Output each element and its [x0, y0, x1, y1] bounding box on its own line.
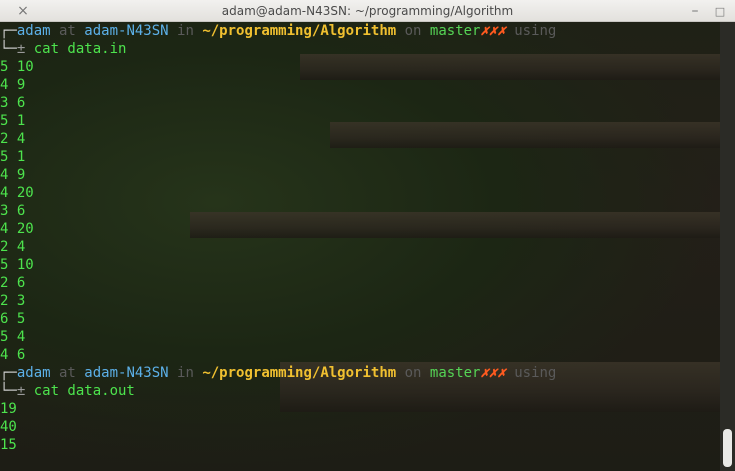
prompt-symbol: ± [16, 383, 34, 399]
output-line: 3 6 [0, 95, 26, 111]
prompt-symbol: ± [16, 41, 34, 57]
output-line: 4 9 [0, 167, 26, 183]
prompt-line: ┌─adam at adam-N43SN in ~/programming/Al… [0, 22, 720, 40]
prompt-in: in [168, 365, 203, 381]
output-line: 6 5 [0, 311, 26, 327]
prompt-line: ┌─adam at adam-N43SN in ~/programming/Al… [0, 364, 720, 382]
title-bar[interactable]: × adam@adam-N43SN: ~/programming/Algorit… [0, 0, 735, 22]
prompt-user: adam [16, 23, 51, 39]
prompt-corner: ┌─ [0, 23, 17, 39]
output-line: 2 4 [0, 239, 26, 255]
prompt-host: adam-N43SN [84, 365, 169, 381]
command-line: └─± cat data.in [0, 40, 720, 58]
output-line: 4 9 [0, 77, 26, 93]
terminal-output[interactable]: ┌─adam at adam-N43SN in ~/programming/Al… [0, 22, 720, 471]
prompt-at: at [50, 23, 85, 39]
close-icon[interactable]: × [14, 2, 32, 20]
scrollbar-thumb[interactable] [723, 429, 732, 467]
output-line: 19 [0, 401, 17, 417]
output-line: 40 [0, 419, 17, 435]
prompt-path: ~/programming/Algorithm [202, 23, 397, 39]
prompt-user: adam [16, 365, 51, 381]
output-line: 15 [0, 437, 17, 453]
prompt-using: using [505, 23, 557, 39]
prompt-corner-bottom: └─ [0, 41, 17, 57]
command-line: └─± cat data.out [0, 382, 720, 400]
output-line: 4 20 [0, 185, 34, 201]
prompt-corner: ┌─ [0, 365, 17, 381]
prompt-on: on [396, 365, 430, 381]
window-title: adam@adam-N43SN: ~/programming/Algorithm [221, 3, 514, 18]
prompt-branch: master [429, 23, 481, 39]
output-line: 2 6 [0, 275, 26, 291]
output-line: 5 4 [0, 329, 26, 345]
output-line: 5 10 [0, 59, 34, 75]
prompt-path: ~/programming/Algorithm [202, 365, 397, 381]
output-line: 4 20 [0, 221, 34, 237]
prompt-at: at [50, 365, 85, 381]
command-text: cat data.out [33, 383, 135, 399]
prompt-using: using [505, 365, 557, 381]
output-line: 5 10 [0, 257, 34, 273]
prompt-in: in [168, 23, 203, 39]
minimize-icon[interactable]: – [686, 2, 704, 20]
output-line: 2 3 [0, 293, 26, 309]
prompt-on: on [396, 23, 430, 39]
output-line: 4 6 [0, 347, 26, 363]
output-line: 3 6 [0, 203, 26, 219]
prompt-branch: master [429, 365, 481, 381]
dirty-marker: ✗✗✗ [480, 23, 506, 39]
dirty-marker: ✗✗✗ [480, 365, 506, 381]
maximize-icon[interactable]: □ [711, 2, 729, 20]
prompt-host: adam-N43SN [84, 23, 169, 39]
terminal-window: × adam@adam-N43SN: ~/programming/Algorit… [0, 0, 735, 471]
output-line: 5 1 [0, 113, 26, 129]
command-text: cat data.in [33, 41, 127, 57]
output-line: 5 1 [0, 149, 26, 165]
output-line: 2 4 [0, 131, 26, 147]
vertical-scrollbar[interactable] [720, 22, 735, 471]
prompt-corner-bottom: └─ [0, 383, 17, 399]
